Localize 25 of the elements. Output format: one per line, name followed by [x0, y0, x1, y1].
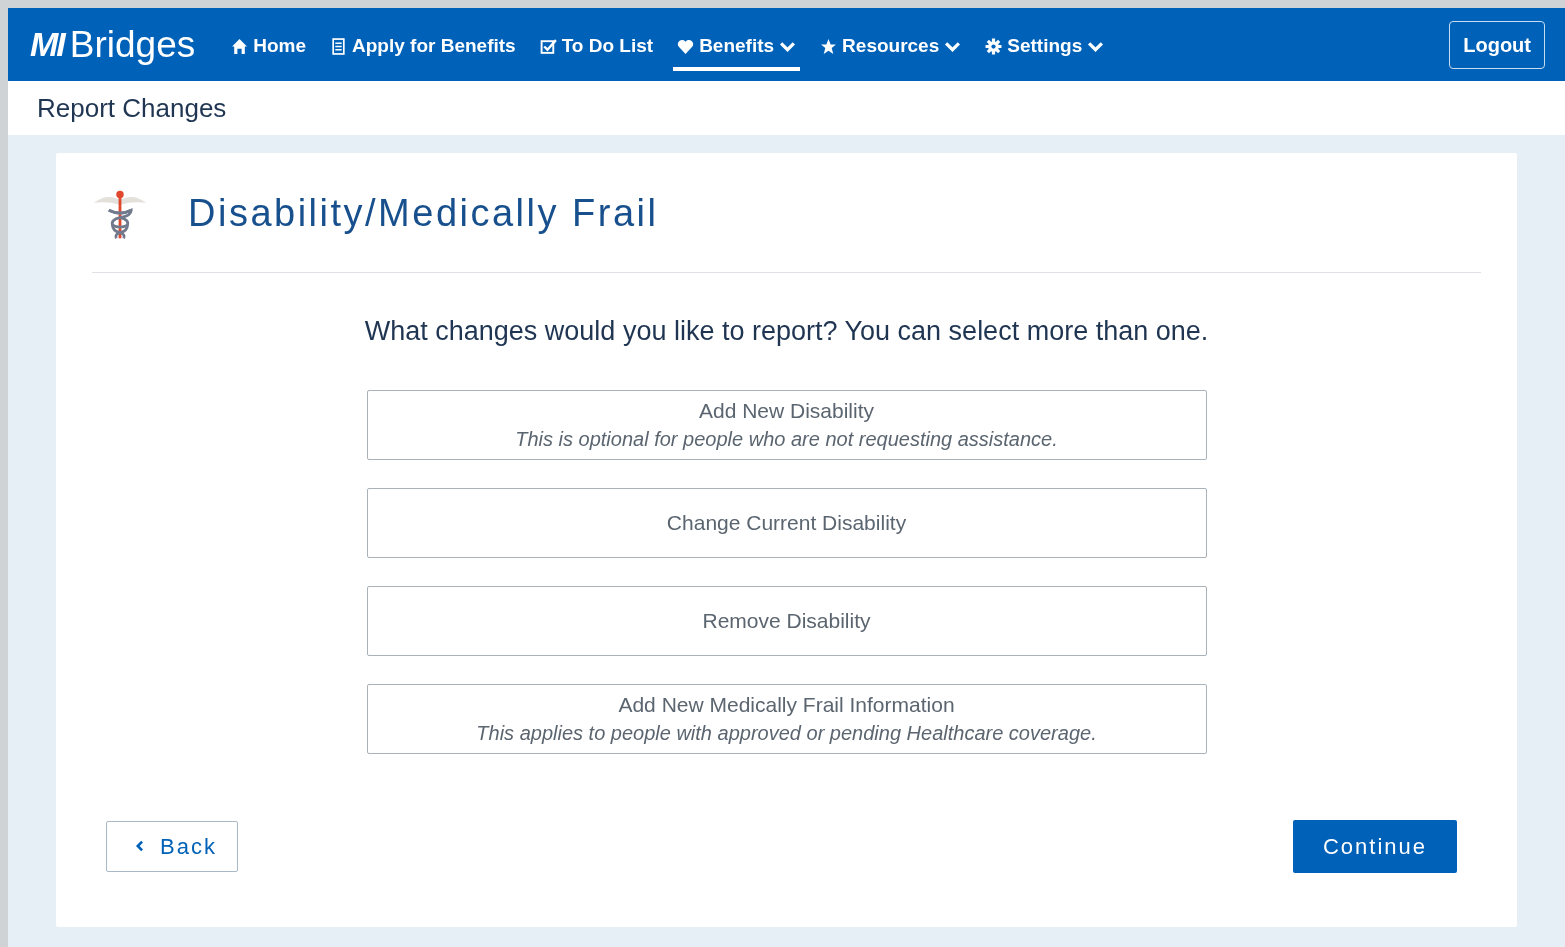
home-icon [231, 38, 249, 55]
option-toggle[interactable]: Add New Disability This is optional for people who are not requesting assistance. [366, 389, 1207, 460]
nav-link[interactable]: Benefits [673, 26, 801, 71]
option-toggle[interactable]: Add New Medically Frail Information This applies to people with approved or pending Healthcare coverage. [366, 683, 1207, 754]
section-title: Disability/Medically Frail [187, 191, 659, 236]
heart-icon [677, 38, 695, 55]
chevron-left-icon [135, 840, 144, 852]
option-toggle[interactable]: Change Current Disability [366, 487, 1207, 558]
document-icon [330, 38, 348, 55]
nav-link[interactable]: Resources [816, 26, 966, 71]
nav-link[interactable]: Home [227, 26, 311, 71]
nav-link[interactable]: Settings [981, 26, 1109, 71]
continue-button[interactable]: Continue [1292, 819, 1457, 873]
checkbox-icon [539, 38, 557, 55]
question-text: What changes would you like to report? You can select more than one. [363, 315, 1210, 348]
settings-icon [985, 38, 1003, 55]
nav-link[interactable]: To Do List [535, 26, 658, 71]
back-button[interactable]: Back [106, 820, 238, 872]
nav-link[interactable]: Apply for Benefits [326, 26, 520, 71]
star-icon [820, 38, 838, 55]
logo-mark: MI [30, 24, 64, 65]
logo-text: Bridges [69, 22, 196, 67]
page-title: Report Changes [37, 91, 227, 125]
logout-button[interactable]: Logout [1449, 20, 1545, 69]
option-toggle[interactable]: Remove Disability [366, 585, 1207, 656]
